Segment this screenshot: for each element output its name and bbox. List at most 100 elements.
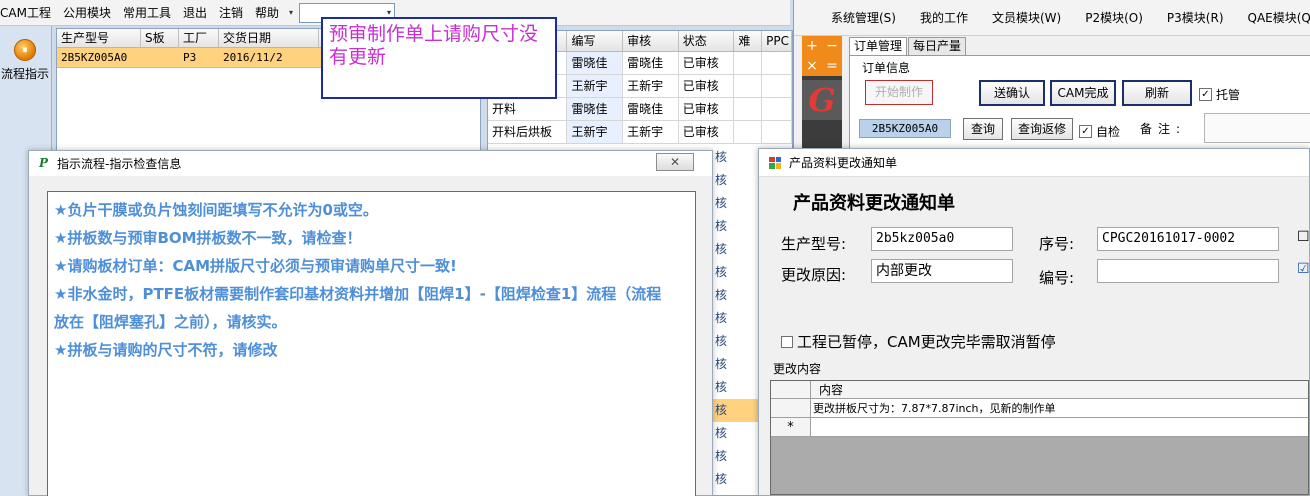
cell-reviewer: 雷晓佳 — [623, 52, 679, 74]
model-field[interactable]: 2b5kz005a0 — [871, 227, 1013, 251]
cell-reviewer: 王新宇 — [623, 121, 679, 143]
cell-status: 已审核 — [679, 98, 735, 120]
flow-dialog-titlebar[interactable]: P 指示流程-指示检查信息 ✕ — [29, 151, 712, 176]
row-marker[interactable] — [771, 399, 811, 417]
menu-common-tools[interactable]: 常用工具 — [117, 0, 177, 26]
calc-minus-glyph: − — [826, 38, 838, 54]
change-form-heading: 产品资料更改通知单 — [793, 193, 955, 214]
menu-clerk-module[interactable]: 文员模块(W) — [980, 9, 1073, 26]
side-checkbox-checked-icon[interactable]: ☑ — [1297, 261, 1310, 277]
project-paused-checkbox[interactable]: 工程已暂停，CAM更改完毕需取消暂停 — [781, 331, 1056, 352]
cell-content[interactable] — [811, 418, 1308, 436]
table-row-new[interactable]: * — [771, 418, 1308, 437]
col-header-difficulty[interactable]: 难 — [734, 31, 763, 51]
col-header-status[interactable]: 状态 — [679, 31, 735, 51]
menu-p3-module[interactable]: P3模块(R) — [1155, 9, 1236, 26]
menu-exit[interactable]: 退出 — [177, 0, 213, 26]
table-row[interactable]: 开料后烘板 王新宇 王新宇 已审核 — [488, 121, 792, 144]
flow-indicator-label: 流程指示 — [0, 67, 49, 81]
cell-s-board — [141, 48, 179, 67]
cell-writer: 雷晓佳 — [567, 98, 624, 120]
col-header-s-board[interactable]: S板 — [141, 29, 179, 47]
checkbox-checked-icon[interactable]: ✓ — [1079, 125, 1092, 138]
flow-indicator-button[interactable]: ⏸ 流程指示 — [0, 36, 50, 90]
menu-p2-module[interactable]: P2模块(O) — [1073, 9, 1155, 26]
col-header-ppc[interactable]: PPC — [762, 31, 792, 51]
g-app-icon[interactable]: G — [802, 80, 842, 120]
combo-dropdown-icon[interactable]: ▾ — [387, 8, 391, 17]
side-checkbox-unchecked-icon[interactable]: ☐ — [1297, 229, 1310, 245]
project-paused-label: 工程已暂停，CAM更改完毕需取消暂停 — [797, 333, 1056, 351]
menu-logout[interactable]: 注销 — [213, 0, 249, 26]
remark-input[interactable] — [1204, 113, 1310, 143]
check-message-continued: 放在【阻焊塞孔】之前），请核实。 — [54, 313, 287, 331]
reason-field[interactable]: 内部更改 — [871, 259, 1013, 283]
menu-help[interactable]: 帮助 — [249, 0, 285, 26]
serial-label: 序号: — [1039, 235, 1075, 253]
menu-public-module[interactable]: 公用模块 — [57, 0, 117, 26]
cell-content[interactable]: 更改拼板尺寸为：7.87*7.87inch，见新的制作单 — [811, 399, 1308, 417]
col-header-content[interactable]: 内容 — [811, 381, 1308, 398]
col-header-writer[interactable]: 编写 — [567, 31, 624, 51]
app-logo-icon — [769, 156, 781, 169]
change-grid-header: 内容 — [771, 381, 1308, 399]
change-dialog-titlebar[interactable]: 产品资料更改通知单 — [759, 149, 1309, 177]
change-dialog-title: 产品资料更改通知单 — [789, 156, 898, 170]
col-header-factory[interactable]: 工厂 — [179, 29, 219, 47]
self-check-checkbox[interactable]: ✓ 自检 — [1079, 123, 1120, 140]
reason-label: 更改原因: — [781, 266, 847, 284]
refresh-button[interactable]: 刷新 — [1122, 80, 1192, 106]
cam-complete-button[interactable]: CAM完成 — [1050, 80, 1116, 106]
menu-my-work[interactable]: 我的工作 — [908, 9, 980, 26]
table-row[interactable]: 更改拼板尺寸为：7.87*7.87inch，见新的制作单 — [771, 399, 1308, 418]
cell-date: 2016/11/2 — [223, 51, 283, 64]
col-header-reviewer[interactable]: 审核 — [623, 31, 679, 51]
calculator-icon[interactable]: + − × = — [802, 36, 842, 76]
number-label: 编号: — [1039, 269, 1075, 287]
system-toolbar: + − × = G — [802, 36, 842, 152]
system-menubar: 系统管理(S) 我的工作 文员模块(W) P2模块(O) P3模块(R) QAE… — [794, 0, 1310, 36]
col-header-date[interactable]: 交货日期 — [219, 29, 319, 47]
custody-label: 托管 — [1216, 88, 1241, 102]
serial-field[interactable]: CPGC20161017-0002 — [1097, 227, 1279, 251]
menu-overflow-arrow-icon[interactable]: ▾ — [285, 8, 297, 17]
annotation-note: 预审制作单上请购尺寸没有更新 — [321, 17, 557, 99]
change-notice-dialog: 产品资料更改通知单 产品资料更改通知单 生产型号: 2b5kz005a0 序号:… — [758, 148, 1310, 496]
check-message: ★拼板与请购的尺寸不符，请修改 — [54, 341, 278, 359]
tab-order-management[interactable]: 订单管理 — [849, 37, 908, 55]
query-button[interactable]: 查询 — [963, 118, 1003, 140]
new-row-marker[interactable]: * — [771, 418, 811, 436]
calc-plus-glyph: + — [806, 38, 818, 54]
checkbox-checked-icon[interactable]: ✓ — [1199, 88, 1212, 101]
query-return-button[interactable]: 查询返修 — [1011, 118, 1073, 140]
cell-status: 已审核 — [679, 52, 735, 74]
menu-qae-module[interactable]: QAE模块(Q) — [1236, 9, 1310, 26]
table-row[interactable]: 开料 雷晓佳 雷晓佳 已审核 — [488, 98, 792, 121]
checkbox-unchecked-icon[interactable] — [781, 335, 793, 348]
calc-times-glyph: × — [806, 58, 818, 74]
cell-writer: 王新宇 — [567, 121, 624, 143]
number-field[interactable] — [1097, 259, 1279, 283]
cell-writer: 王新宇 — [567, 75, 624, 97]
tab-daily-output[interactable]: 每日产量 — [908, 37, 967, 55]
cell-model: 2B5KZ005A0 — [61, 51, 128, 64]
flow-check-messages: ★负片干膜或负片蚀刻间距填写不允许为0或空。 ★拼板数与预审BOM拼板数不一致，… — [47, 191, 696, 496]
send-confirm-button[interactable]: 送确认 — [979, 80, 1045, 106]
system-window: 系统管理(S) 我的工作 文员模块(W) P2模块(O) P3模块(R) QAE… — [793, 0, 1310, 152]
change-content-grid: 内容 更改拼板尺寸为：7.87*7.87inch，见新的制作单 * — [770, 380, 1309, 495]
cell-ppc — [762, 121, 792, 143]
menu-system-management[interactable]: 系统管理(S) — [819, 9, 908, 26]
order-code-field[interactable]: 2B5KZ005A0 — [859, 119, 951, 138]
close-icon[interactable]: ✕ — [656, 153, 694, 171]
cell-reviewer: 王新宇 — [623, 75, 679, 97]
custody-checkbox[interactable]: ✓ 托管 — [1199, 86, 1240, 103]
col-header-model[interactable]: 生产型号 — [57, 29, 141, 47]
calc-equals-glyph: = — [826, 58, 838, 74]
flow-dialog-icon: P — [39, 156, 49, 170]
app-logo-icon — [806, 11, 807, 25]
menu-cam-project[interactable]: CAM工程 — [0, 0, 57, 26]
change-content-label: 更改内容 — [773, 362, 822, 376]
cell-writer: 雷晓佳 — [567, 52, 624, 74]
start-production-button[interactable]: 开始制作 — [865, 80, 933, 105]
cell-ppc — [762, 75, 792, 97]
